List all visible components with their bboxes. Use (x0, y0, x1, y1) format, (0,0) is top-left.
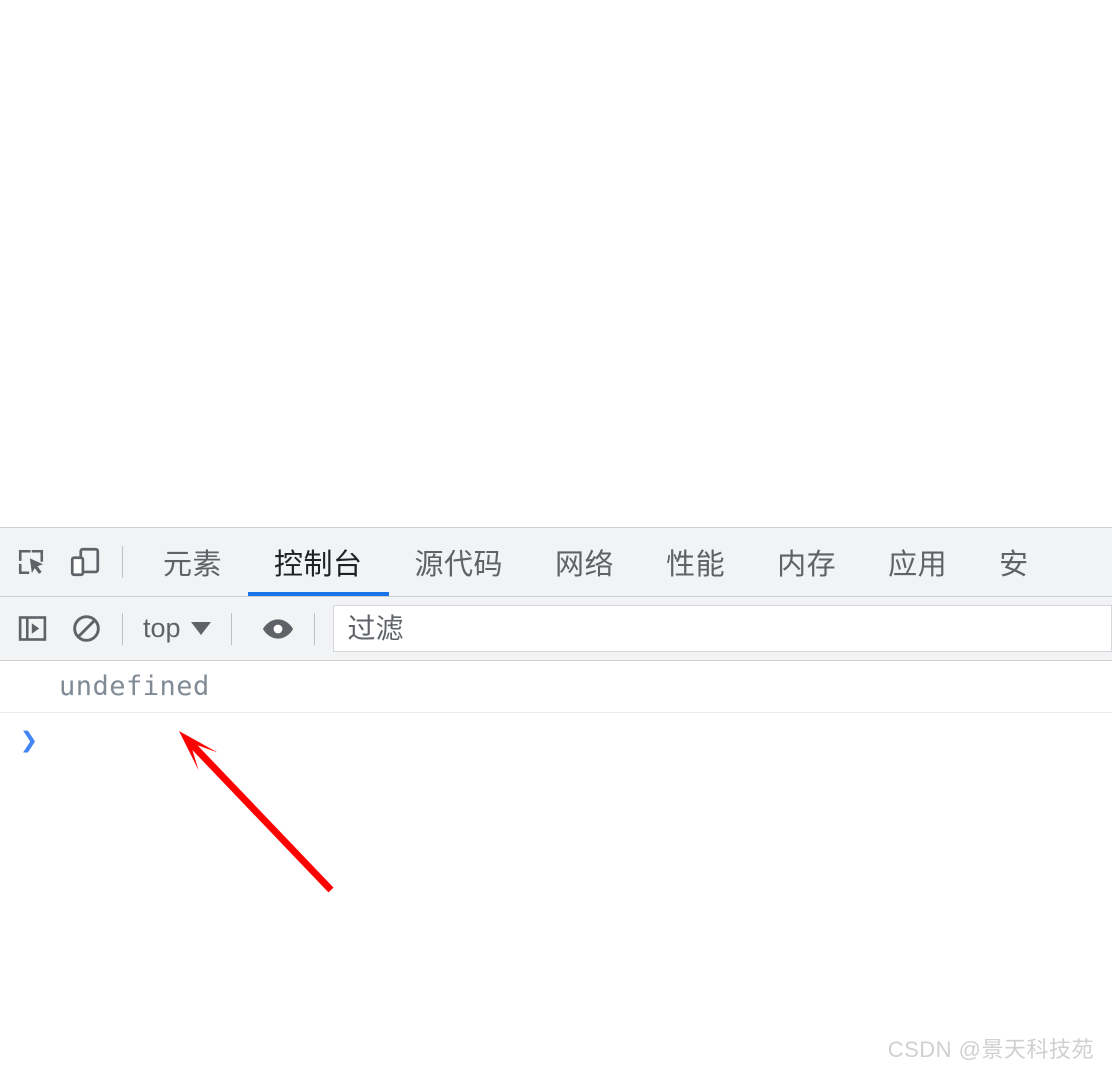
console-filter-input[interactable] (333, 612, 1111, 645)
prompt-chevron-icon: ❯ (20, 723, 39, 758)
tab-network-label: 网络 (555, 549, 615, 581)
tab-sources[interactable]: 源代码 (389, 528, 530, 596)
tab-memory[interactable]: 内存 (751, 528, 862, 596)
console-sidebar-toggle-button[interactable] (10, 607, 54, 651)
device-toolbar-button[interactable] (62, 539, 108, 585)
inspect-element-icon (14, 545, 48, 579)
tab-security[interactable]: 安 (973, 528, 1055, 596)
console-message-text: undefined (59, 671, 210, 702)
devtools-tabbar: 元素 控制台 源代码 网络 性能 内存 应用 安 (0, 528, 1112, 597)
console-toolbar: top (0, 597, 1112, 661)
eye-icon (261, 612, 295, 646)
device-toolbar-icon (68, 545, 102, 579)
page-viewport (0, 0, 1112, 527)
live-expression-button[interactable] (256, 607, 300, 651)
console-output[interactable]: undefined ❯ (0, 661, 1112, 1078)
console-toolbar-separator-3 (313, 612, 315, 645)
tab-console[interactable]: 控制台 (248, 528, 389, 596)
console-filter-container[interactable] (332, 605, 1112, 652)
tab-security-label: 安 (999, 549, 1029, 581)
console-prompt-row[interactable]: ❯ (0, 713, 1112, 769)
tabbar-separator (122, 546, 123, 578)
tab-elements[interactable]: 元素 (137, 528, 248, 596)
tab-application[interactable]: 应用 (862, 528, 973, 596)
tab-performance[interactable]: 性能 (640, 528, 751, 596)
console-prompt-input[interactable] (38, 713, 1112, 769)
csdn-watermark: CSDN @景天科技苑 (887, 1037, 1094, 1062)
clear-console-icon (70, 612, 103, 645)
console-toolbar-separator-1 (122, 612, 123, 645)
console-toolbar-separator-2 (230, 612, 232, 645)
clear-console-button[interactable] (64, 607, 108, 651)
tab-console-label: 控制台 (274, 549, 363, 581)
console-sidebar-icon (16, 612, 49, 645)
inspect-element-button[interactable] (8, 539, 54, 585)
devtools-panel: 元素 控制台 源代码 网络 性能 内存 应用 安 top 过滤 undefine… (0, 527, 1112, 1078)
chevron-down-icon (190, 622, 211, 635)
tab-memory-label: 内存 (777, 549, 837, 581)
tab-sources-label: 源代码 (414, 549, 504, 581)
execution-context-label: top (143, 613, 181, 643)
tab-elements-label: 元素 (163, 549, 223, 581)
tab-application-label: 应用 (888, 549, 948, 581)
execution-context-selector[interactable]: top (137, 609, 217, 648)
tab-performance-label: 性能 (666, 549, 726, 581)
tab-network[interactable]: 网络 (529, 528, 640, 596)
console-message-row: undefined (0, 661, 1112, 713)
